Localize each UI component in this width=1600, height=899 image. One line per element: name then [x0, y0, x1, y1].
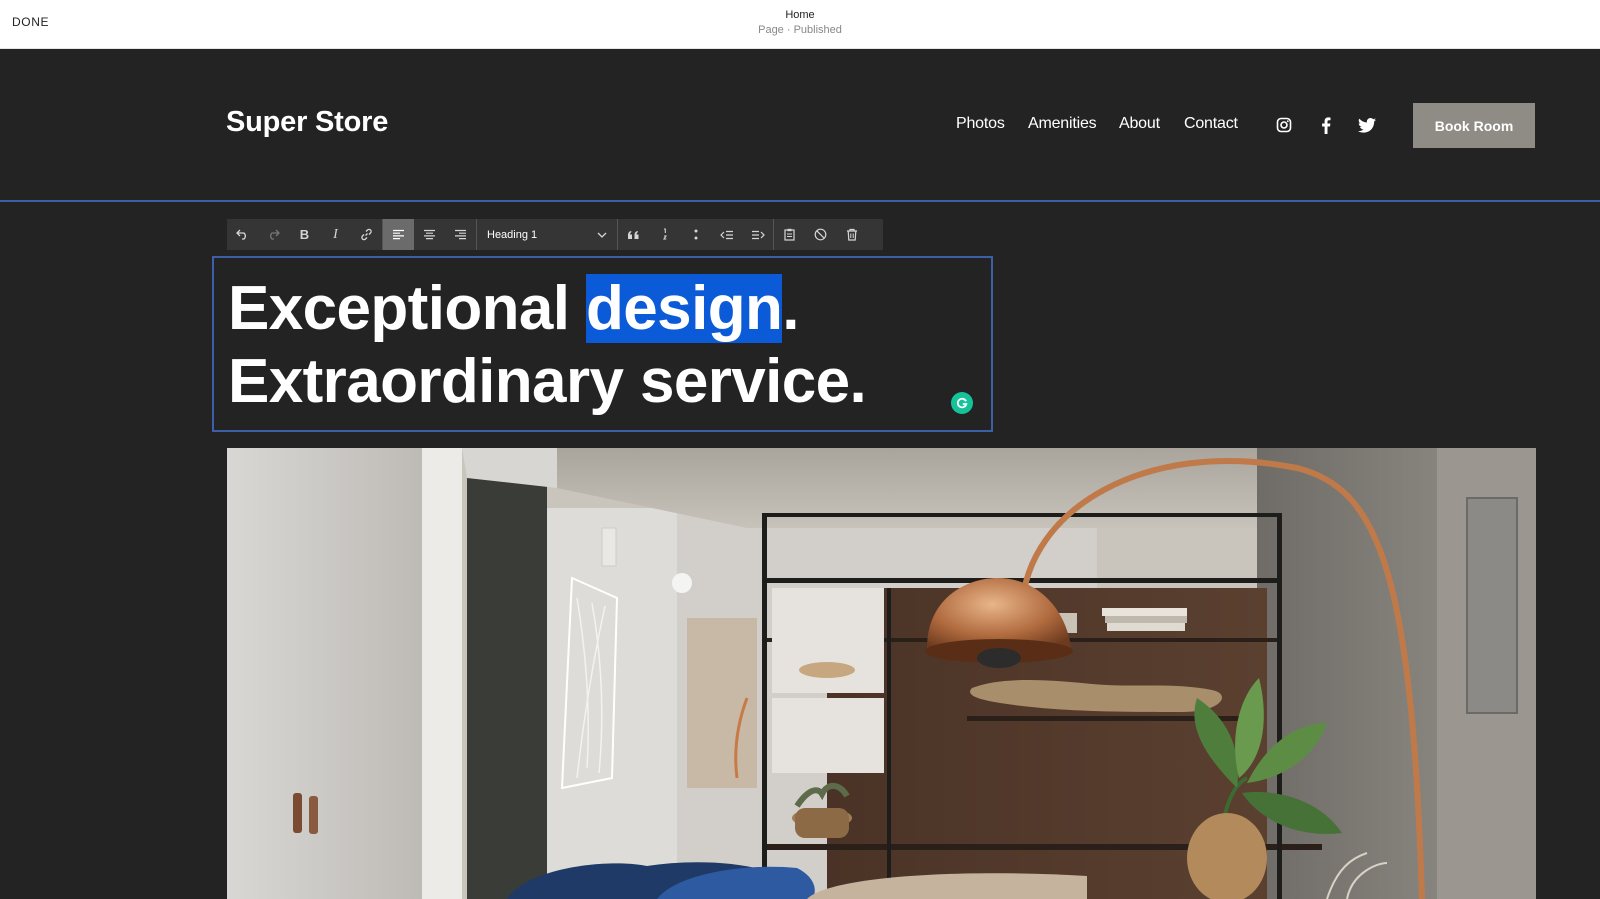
heading-text: . — [782, 274, 799, 343]
book-room-button[interactable]: Book Room — [1413, 103, 1535, 148]
italic-icon[interactable]: I — [320, 219, 351, 250]
chevron-down-icon — [597, 229, 607, 241]
quote-icon[interactable] — [618, 219, 649, 250]
page-info: Home Page · Published — [0, 8, 1600, 38]
page-name: Home — [785, 9, 815, 21]
bullet-list-icon[interactable] — [680, 219, 711, 250]
instagram-icon[interactable] — [1274, 115, 1294, 135]
editor-top-bar: DONE Home Page · Published — [0, 0, 1600, 49]
delete-icon[interactable] — [836, 219, 867, 250]
clear-format-icon[interactable] — [805, 219, 836, 250]
heading-text: Extraordinary service. — [228, 347, 867, 416]
redo-icon[interactable] — [258, 219, 289, 250]
twitter-icon[interactable] — [1357, 115, 1377, 135]
numbered-list-icon[interactable] — [649, 219, 680, 250]
link-icon[interactable] — [351, 219, 382, 250]
heading-text: Exceptional — [228, 274, 587, 343]
nav-link-about[interactable]: About — [1119, 115, 1160, 133]
paste-icon[interactable] — [774, 219, 805, 250]
align-center-icon[interactable] — [414, 219, 445, 250]
page-status: Page · Published — [758, 24, 842, 36]
nav-link-amenities[interactable]: Amenities — [1028, 115, 1097, 133]
indent-icon[interactable] — [742, 219, 773, 250]
header-divider — [0, 200, 1600, 202]
text-style-select[interactable]: Heading 1 — [477, 219, 617, 250]
bold-icon[interactable]: B — [289, 219, 320, 250]
nav-link-photos[interactable]: Photos — [956, 115, 1005, 133]
hero-heading[interactable]: Exceptional design. Extraordinary servic… — [228, 272, 867, 418]
align-right-icon[interactable] — [445, 219, 476, 250]
grammarly-icon[interactable] — [951, 392, 973, 414]
site-title[interactable]: Super Store — [226, 106, 388, 139]
text-style-value: Heading 1 — [487, 228, 538, 241]
facebook-icon[interactable] — [1316, 115, 1336, 135]
selected-text: design — [586, 274, 783, 343]
hero-image — [227, 448, 1536, 899]
text-format-toolbar: B I Heading 1 — [227, 219, 883, 250]
outdent-icon[interactable] — [711, 219, 742, 250]
align-left-icon[interactable] — [383, 219, 414, 250]
nav-link-contact[interactable]: Contact — [1184, 115, 1238, 133]
heading-text-block[interactable]: Exceptional design. Extraordinary servic… — [212, 256, 993, 432]
undo-icon[interactable] — [227, 219, 258, 250]
